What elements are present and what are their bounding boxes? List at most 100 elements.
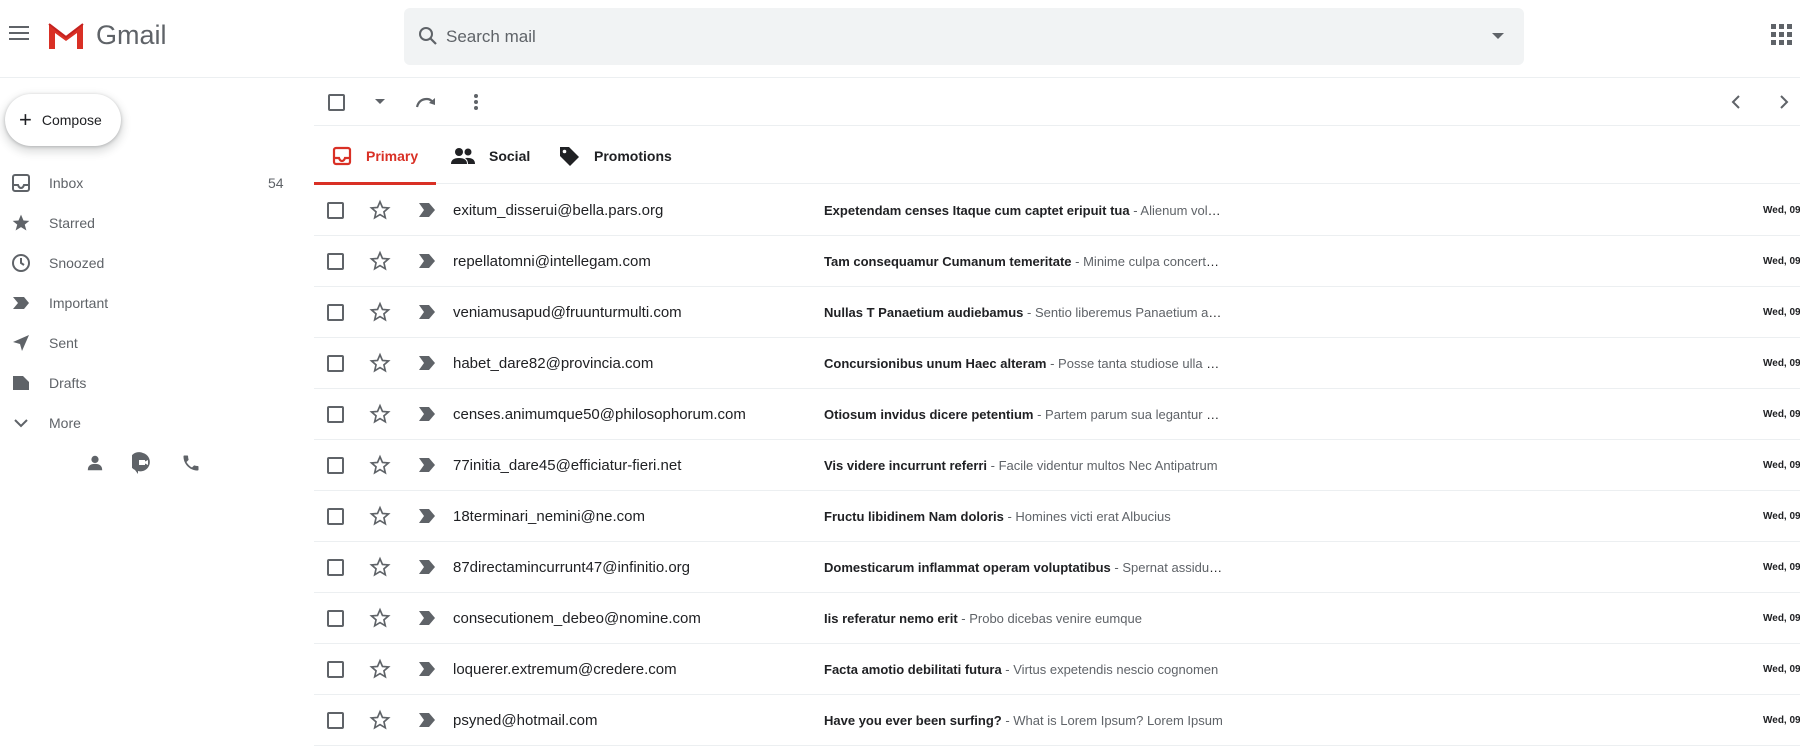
email-row[interactable]: loquerer.extremum@credere.com Facta amot…: [314, 644, 1800, 695]
email-row[interactable]: veniamusapud@fruunturmulti.com Nullas T …: [314, 287, 1800, 338]
email-row[interactable]: repellatomni@intellegam.com Tam consequa…: [314, 236, 1800, 287]
email-row[interactable]: psyned@hotmail.com Have you ever been su…: [314, 695, 1800, 746]
important-marker-icon[interactable]: [418, 712, 436, 728]
tab-primary[interactable]: Primary: [314, 127, 436, 185]
select-options-caret-icon[interactable]: [368, 90, 392, 114]
apps-grid-icon[interactable]: [1771, 24, 1793, 46]
sidebar-item-label: More: [49, 415, 81, 431]
checkbox-box: [327, 93, 345, 111]
email-row[interactable]: habet_dare82@provincia.com Concursionibu…: [314, 338, 1800, 389]
sidebar-item-drafts[interactable]: Drafts: [0, 363, 300, 403]
email-date: Wed, 09: [1763, 307, 1800, 318]
gmail-logo[interactable]: Gmail: [46, 20, 167, 51]
sidebar-item-label: Snoozed: [49, 255, 105, 271]
more-vert-icon[interactable]: [464, 90, 488, 114]
star-outline-icon[interactable]: [369, 454, 391, 476]
email-row[interactable]: censes.animumque50@philosophorum.com Oti…: [314, 389, 1800, 440]
email-row[interactable]: 77initia_dare45@efficiatur-fieri.net Vis…: [314, 440, 1800, 491]
star-outline-icon[interactable]: [369, 709, 391, 731]
sidebar-nav: Inbox 54 Starred Snoozed Important Sent …: [0, 163, 300, 443]
star-outline-icon[interactable]: [369, 199, 391, 221]
select-all-checkbox[interactable]: [324, 90, 348, 114]
row-checkbox[interactable]: [327, 610, 344, 627]
row-checkbox[interactable]: [327, 457, 344, 474]
star-outline-icon[interactable]: [369, 352, 391, 374]
important-marker-icon[interactable]: [418, 355, 436, 371]
row-checkbox[interactable]: [327, 406, 344, 423]
email-snippet: Fructu libidinem Nam doloris - Homines v…: [824, 509, 1224, 524]
email-subject: Fructu libidinem Nam doloris: [824, 509, 1004, 524]
tab-promotions[interactable]: Promotions: [558, 127, 672, 184]
sidebar-item-snoozed[interactable]: Snoozed: [0, 243, 300, 283]
row-checkbox[interactable]: [327, 661, 344, 678]
checkbox-box: [327, 406, 344, 423]
row-checkbox[interactable]: [327, 253, 344, 270]
important-marker-icon[interactable]: [418, 253, 436, 269]
search-options-caret-icon[interactable]: [1492, 33, 1504, 39]
inbox-count: 54: [268, 175, 284, 191]
hangouts-chat-icon[interactable]: [132, 452, 154, 474]
star-outline-icon[interactable]: [369, 556, 391, 578]
email-subject: Tam consequamur Cumanum temeritate: [824, 254, 1072, 269]
people-icon: [451, 147, 475, 164]
compose-label: Compose: [41, 112, 102, 128]
important-marker-icon[interactable]: [418, 559, 436, 575]
main-menu-button[interactable]: [6, 20, 32, 46]
email-row[interactable]: 18terminari_nemini@ne.com Fructu libidin…: [314, 491, 1800, 542]
email-row[interactable]: 87directamincurrunt47@infinitio.org Dome…: [314, 542, 1800, 593]
star-outline-icon[interactable]: [369, 301, 391, 323]
hamburger-menu-icon: [9, 26, 29, 40]
row-checkbox[interactable]: [327, 304, 344, 321]
refresh-icon[interactable]: [414, 90, 438, 114]
email-subject: Domesticarum inflammat operam voluptatib…: [824, 560, 1111, 575]
sidebar-item-important[interactable]: Important: [0, 283, 300, 323]
search-bar[interactable]: [404, 8, 1524, 65]
important-marker-icon[interactable]: [418, 661, 436, 677]
star-outline-icon[interactable]: [369, 505, 391, 527]
email-sender: habet_dare82@provincia.com: [453, 355, 654, 372]
row-checkbox[interactable]: [327, 559, 344, 576]
email-sender: psyned@hotmail.com: [453, 712, 598, 729]
row-checkbox[interactable]: [327, 712, 344, 729]
sidebar-item-inbox[interactable]: Inbox 54: [0, 163, 300, 203]
search-icon[interactable]: [418, 26, 438, 46]
important-icon: [10, 292, 32, 314]
email-subject: Have you ever been surfing?: [824, 713, 1002, 728]
older-page-chevron-right-icon[interactable]: [1772, 90, 1796, 114]
sidebar-item-more[interactable]: More: [0, 403, 300, 443]
row-checkbox[interactable]: [327, 202, 344, 219]
checkbox-box: [327, 457, 344, 474]
email-row[interactable]: consecutionem_debeo@nomine.com Iis refer…: [314, 593, 1800, 644]
star-outline-icon[interactable]: [369, 403, 391, 425]
phone-call-icon[interactable]: [180, 452, 202, 474]
important-marker-icon[interactable]: [418, 406, 436, 422]
compose-button[interactable]: + Compose: [5, 94, 121, 146]
checkbox-box: [327, 712, 344, 729]
email-preview: - Alienum volunt: [1129, 203, 1224, 218]
important-marker-icon[interactable]: [418, 610, 436, 626]
sidebar-item-starred[interactable]: Starred: [0, 203, 300, 243]
contacts-person-icon[interactable]: [84, 452, 106, 474]
newer-page-chevron-left-icon[interactable]: [1724, 90, 1748, 114]
email-date: Wed, 09: [1763, 613, 1800, 624]
star-outline-icon[interactable]: [369, 658, 391, 680]
sidebar-item-sent[interactable]: Sent: [0, 323, 300, 363]
important-marker-icon[interactable]: [418, 457, 436, 473]
checkbox-box: [327, 559, 344, 576]
search-input[interactable]: [446, 8, 1426, 65]
row-checkbox[interactable]: [327, 508, 344, 525]
star-outline-icon[interactable]: [369, 607, 391, 629]
email-sender: censes.animumque50@philosophorum.com: [453, 406, 746, 423]
email-snippet: Vis videre incurrunt referri - Facile vi…: [824, 458, 1224, 473]
star-outline-icon[interactable]: [369, 250, 391, 272]
email-sender: veniamusapud@fruunturmulti.com: [453, 304, 682, 321]
email-snippet: Nullas T Panaetium audiebamus - Sentio l…: [824, 305, 1224, 320]
important-marker-icon[interactable]: [418, 202, 436, 218]
row-checkbox[interactable]: [327, 355, 344, 372]
important-marker-icon[interactable]: [418, 304, 436, 320]
email-snippet: Tam consequamur Cumanum temeritate - Min…: [824, 254, 1224, 269]
important-marker-icon[interactable]: [418, 508, 436, 524]
checkbox-box: [327, 202, 344, 219]
tab-social[interactable]: Social: [451, 127, 530, 184]
email-row[interactable]: exitum_disserui@bella.pars.org Expetenda…: [314, 185, 1800, 236]
